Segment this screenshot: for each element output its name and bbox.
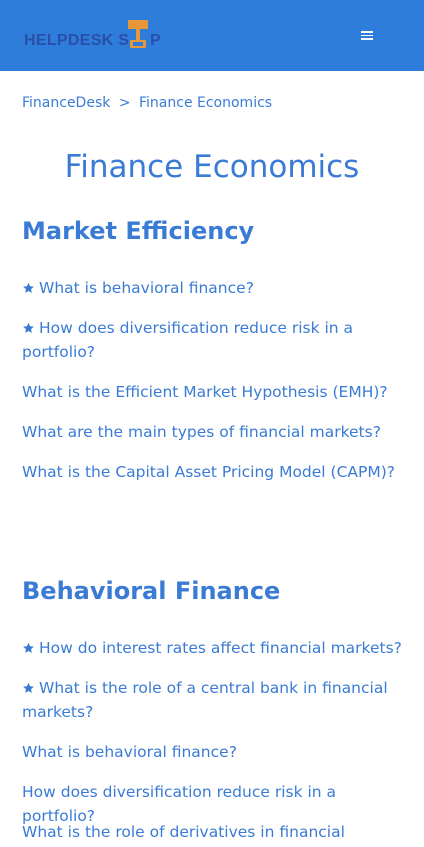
shop-lamp-icon bbox=[128, 20, 148, 48]
faq-link-text: What is behavioral finance? bbox=[39, 279, 254, 297]
breadcrumb: FinanceDesk > Finance Economics bbox=[22, 94, 272, 112]
helpdesk-shop-logo[interactable]: HELPDESK S P bbox=[24, 19, 169, 51]
star-icon bbox=[23, 322, 34, 333]
faq-link[interactable]: How do interest rates affect financial m… bbox=[22, 636, 407, 660]
star-icon bbox=[23, 642, 34, 653]
faq-link-text: What is the role of a central bank in fi… bbox=[22, 679, 388, 721]
faq-link[interactable]: What are the main types of financial mar… bbox=[22, 420, 407, 444]
faq-link[interactable]: What is the role of a central bank in fi… bbox=[22, 676, 407, 724]
svg-text:HELPDESK S: HELPDESK S bbox=[24, 32, 129, 49]
faq-link[interactable]: What is the role of derivatives in finan… bbox=[22, 820, 407, 844]
section-title-behavioral-finance: Behavioral Finance bbox=[22, 577, 281, 605]
faq-link-text: What is the Capital Asset Pricing Model … bbox=[22, 463, 395, 481]
faq-link-text: How does diversification reduce risk in … bbox=[22, 783, 337, 825]
section-title-market-efficiency: Market Efficiency bbox=[22, 217, 255, 245]
breadcrumb-current: Finance Economics bbox=[139, 95, 273, 111]
faq-link-text: How do interest rates affect financial m… bbox=[39, 639, 402, 657]
svg-text:P: P bbox=[150, 32, 161, 49]
faq-link[interactable]: How does diversification reduce risk in … bbox=[22, 316, 407, 364]
faq-link[interactable]: What is behavioral finance? bbox=[22, 740, 407, 764]
faq-link[interactable]: What is behavioral finance? bbox=[22, 276, 407, 300]
menu-button[interactable] bbox=[358, 28, 376, 42]
breadcrumb-root-link[interactable]: FinanceDesk bbox=[22, 95, 110, 111]
site-header: HELPDESK S P bbox=[0, 0, 424, 71]
faq-link-text: What are the main types of financial mar… bbox=[22, 423, 381, 441]
breadcrumb-separator: > bbox=[118, 95, 131, 111]
hamburger-menu-icon bbox=[361, 31, 373, 33]
faq-link[interactable]: What is the Capital Asset Pricing Model … bbox=[22, 460, 407, 484]
faq-link-text: How does diversification reduce risk in … bbox=[22, 319, 354, 361]
faq-link[interactable]: What is the Efficient Market Hypothesis … bbox=[22, 380, 407, 404]
faq-link-text: What is the Efficient Market Hypothesis … bbox=[22, 383, 388, 401]
faq-link-text: What is the role of derivatives in finan… bbox=[22, 823, 345, 841]
star-icon bbox=[23, 282, 34, 293]
faq-link-text: What is behavioral finance? bbox=[22, 743, 237, 761]
page-title: Finance Economics bbox=[64, 149, 360, 185]
star-icon bbox=[23, 682, 34, 693]
